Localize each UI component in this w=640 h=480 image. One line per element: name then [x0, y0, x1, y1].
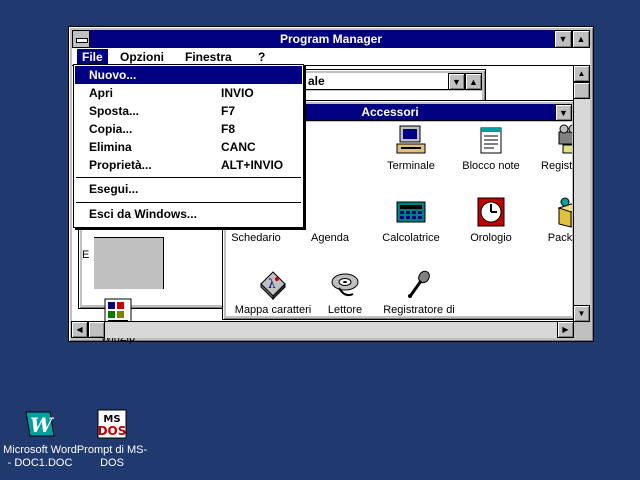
file-menu: Nuovo... Apri INVIO Sposta... F7 Copia..… — [73, 64, 304, 228]
maximize-button[interactable]: ▲ — [572, 30, 590, 48]
terminal-icon — [395, 124, 427, 156]
microphone-icon — [403, 268, 435, 300]
menu-item-sposta-label: Sposta... — [89, 104, 140, 118]
word-icon: W — [24, 408, 56, 440]
menu-item-nuovo-label: Nuovo... — [89, 68, 137, 82]
menu-item-copia-shortcut: F8 — [221, 122, 236, 136]
menu-item-sposta[interactable]: Sposta... F7 — [75, 102, 302, 120]
desktop-icon-word[interactable]: W Microsoft Word - DOC1.DOC — [0, 408, 80, 470]
scroll-down-button[interactable]: ▼ — [573, 305, 590, 322]
svg-text:W: W — [30, 413, 55, 437]
partial-label: E — [82, 249, 90, 261]
terminale-item[interactable]: Terminale — [371, 124, 451, 173]
menu-item-sposta-shortcut: F7 — [221, 104, 236, 118]
word-label: Microsoft Word - DOC1.DOC — [3, 444, 77, 469]
menu-item-proprieta[interactable]: Proprietà... ALT+INVIO — [75, 156, 302, 174]
menu-item-apri[interactable]: Apri INVIO — [75, 84, 302, 102]
packager-item[interactable]: Packager — [531, 196, 572, 245]
desktop-icon-msdos[interactable]: MS DOS Prompt di MS-DOS — [72, 408, 152, 470]
horizontal-scrollbar[interactable]: ◀ ▶ — [71, 321, 574, 338]
registratore-item[interactable]: Registratore — [531, 124, 572, 173]
registratore-label: Registratore — [541, 160, 572, 172]
character-map-icon: λ — [257, 268, 289, 301]
menu-help[interactable]: ? — [253, 49, 270, 65]
scroll-up-button[interactable]: ▲ — [573, 65, 590, 82]
orologio-label: Orologio — [470, 232, 512, 244]
calcolatrice-label: Calcolatrice — [382, 232, 440, 244]
blocco-note-label: Blocco note — [462, 160, 520, 172]
svg-text:DOS: DOS — [98, 424, 127, 438]
lettore-multimediale-item[interactable]: Lettore multimediale — [305, 268, 385, 316]
menu-item-proprieta-shortcut: ALT+INVIO — [221, 158, 284, 172]
orologio-item[interactable]: Orologio — [451, 196, 531, 245]
menu-finestra[interactable]: Finestra — [180, 49, 237, 65]
menu-file[interactable]: File — [77, 49, 108, 65]
scrollbar-corner — [573, 321, 590, 338]
msdos-icon: MS DOS — [96, 408, 128, 440]
vertical-scrollbar[interactable]: ▲ ▼ — [573, 65, 590, 322]
menu-item-esci-label: Esci da Windows... — [89, 207, 197, 221]
mappa-caratteri-item[interactable]: λ Mappa caratteri — [233, 268, 313, 316]
scroll-left-button[interactable]: ◀ — [71, 321, 88, 338]
schedario-label: Schedario — [231, 232, 281, 244]
menu-item-esegui-label: Esegui... — [89, 182, 139, 196]
svg-text:λ: λ — [268, 277, 276, 291]
menu-item-apri-shortcut: INVIO — [221, 86, 254, 100]
media-player-icon — [329, 268, 361, 300]
minimize-button[interactable]: ▼ — [554, 30, 572, 48]
packager-icon — [555, 196, 572, 228]
menu-item-esci[interactable]: Esci da Windows... — [75, 205, 302, 223]
notepad-icon — [475, 124, 507, 156]
packager-label: Packager — [547, 232, 572, 244]
minimized-group-frame[interactable] — [94, 237, 164, 289]
menu-opzioni[interactable]: Opzioni — [115, 49, 169, 65]
mappa-caratteri-label: Mappa caratteri — [234, 304, 312, 316]
recorder-icon — [555, 124, 572, 156]
menu-item-elimina-label: Elimina — [89, 140, 132, 154]
msdos-label: Prompt di MS-DOS — [76, 444, 148, 469]
terminale-label: Terminale — [387, 160, 435, 172]
registratore-suoni-label: Registratore di suoni — [383, 304, 455, 316]
menu-item-nuovo[interactable]: Nuovo... — [75, 66, 302, 84]
back-group-title-text: ale — [308, 74, 325, 88]
menu-item-copia[interactable]: Copia... F8 — [75, 120, 302, 138]
back-group-minimize[interactable]: ▼ — [448, 73, 465, 90]
menu-item-proprieta-label: Proprietà... — [89, 158, 152, 172]
calcolatrice-item[interactable]: Calcolatrice — [371, 196, 451, 245]
menu-item-apri-label: Apri — [89, 86, 113, 100]
menu-separator — [76, 177, 301, 178]
blocco-note-item[interactable]: Blocco note — [451, 124, 531, 173]
back-group-maximize[interactable]: ▲ — [465, 73, 482, 90]
menu-separator — [76, 202, 301, 203]
menu-item-elimina[interactable]: Elimina CANC — [75, 138, 302, 156]
agenda-label: Agenda — [311, 232, 349, 244]
registratore-suoni-item[interactable]: Registratore di suoni — [379, 268, 459, 316]
title-bar[interactable]: Program Manager ▼ ▲ — [72, 30, 590, 48]
calculator-icon — [395, 196, 427, 228]
scroll-thumb-horizontal[interactable] — [88, 321, 105, 338]
menu-item-esegui[interactable]: Esegui... — [75, 180, 302, 198]
menu-item-elimina-shortcut: CANC — [221, 140, 256, 154]
scroll-thumb-vertical[interactable] — [573, 82, 590, 99]
lettore-multimediale-label: Lettore multimediale — [327, 304, 363, 316]
clock-icon — [475, 196, 507, 228]
accessori-minimize[interactable]: ▼ — [555, 104, 572, 121]
window-title: Program Manager — [279, 32, 383, 46]
menu-item-copia-label: Copia... — [89, 122, 133, 136]
scroll-right-button[interactable]: ▶ — [557, 321, 574, 338]
